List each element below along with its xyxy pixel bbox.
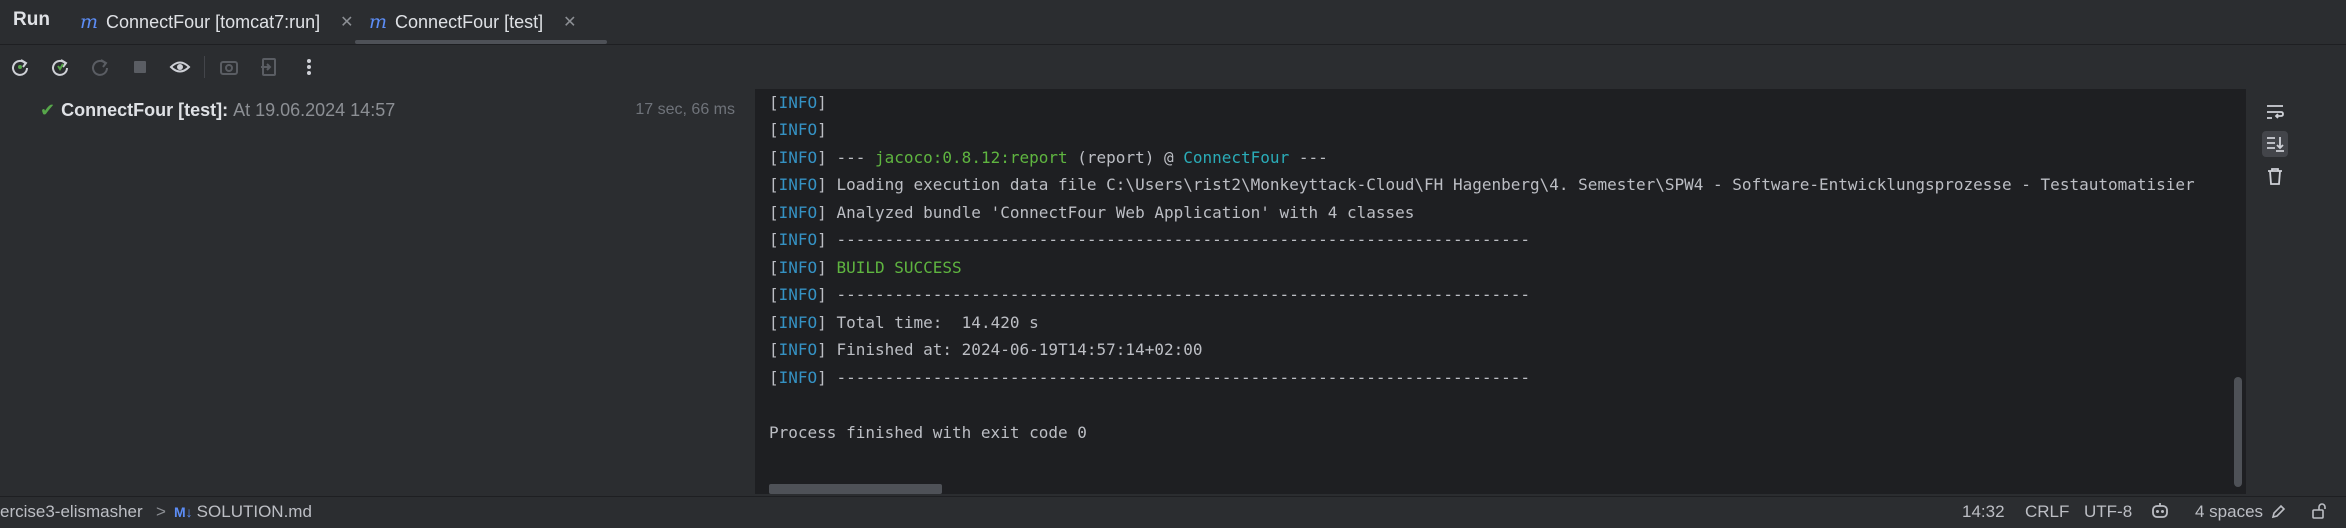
console-line: [INFO]: [769, 93, 827, 112]
export-icon[interactable]: [258, 56, 280, 78]
console-line: [INFO] --- jacoco:0.8.12:report (report)…: [769, 148, 1328, 167]
cursor-position[interactable]: 14:32: [1962, 502, 2005, 522]
info-tag: INFO: [778, 203, 818, 222]
tab-label: ConnectFour [tomcat7:run]: [106, 11, 321, 32]
status-bar: ercise3-elismasher > M↓ SOLUTION.md 14:32…: [0, 496, 2346, 528]
stop-icon[interactable]: [129, 56, 151, 78]
info-tag: INFO: [778, 285, 818, 304]
info-tag: INFO: [778, 120, 818, 139]
tree-node-name: ConnectFour [test]:: [61, 99, 229, 120]
info-tag: INFO: [778, 340, 818, 359]
toolbar-separator: [204, 55, 205, 78]
tree-node-time: At 19.06.2024 14:57: [233, 99, 396, 120]
tab-label: ConnectFour [test]: [395, 11, 544, 32]
markdown-icon: M↓: [174, 504, 193, 520]
camera-icon[interactable]: [218, 56, 240, 78]
check-icon: ✔: [40, 99, 56, 120]
console-line: [INFO] BUILD SUCCESS: [769, 258, 962, 277]
console-output[interactable]: [INFO] [INFO] [INFO] --- jacoco:0.8.12:r…: [756, 89, 2246, 494]
info-tag: INFO: [778, 175, 818, 194]
edit-icon[interactable]: [2270, 502, 2286, 525]
info-tag: INFO: [778, 93, 818, 112]
maven-icon: m: [80, 11, 99, 33]
maven-icon: m: [369, 11, 388, 33]
tab-tomcat-run[interactable]: m ConnectFour [tomcat7:run] ✕: [80, 0, 354, 44]
project-name: ConnectFour: [1183, 148, 1290, 167]
test-tree: ✔ ConnectFour [test]: At 19.06.2024 14:5…: [0, 89, 755, 494]
run-toolbar: [0, 46, 755, 87]
console-line: [INFO] Loading execution data file C:\Us…: [769, 175, 2195, 194]
console-line: [INFO] ---------------------------------…: [769, 285, 1531, 304]
console-line: [INFO] ---------------------------------…: [769, 368, 1531, 387]
eye-icon[interactable]: [169, 56, 191, 78]
breadcrumb-project[interactable]: ercise3-elismasher: [0, 502, 143, 522]
trash-icon[interactable]: [2262, 163, 2288, 189]
info-tag: INFO: [778, 230, 818, 249]
tool-window-title: Run: [13, 9, 50, 30]
chevron-right-icon: >: [156, 502, 166, 521]
plugin-name: jacoco:0.8.12:report: [874, 148, 1068, 167]
console-line: [INFO] Analyzed bundle 'ConnectFour Web …: [769, 203, 1415, 222]
info-tag: INFO: [778, 313, 818, 332]
tree-node-duration: 17 sec, 66 ms: [635, 101, 735, 118]
breadcrumb-file-name: SOLUTION.md: [196, 502, 312, 521]
horizontal-scroll-thumb[interactable]: [769, 484, 942, 494]
lock-icon[interactable]: [2310, 502, 2328, 525]
active-tab-indicator: [355, 40, 607, 44]
console-side-toolbar: [2246, 89, 2346, 494]
close-icon[interactable]: ✕: [563, 12, 576, 32]
console-line: [INFO] Finished at: 2024-06-19T14:57:14+…: [769, 340, 1203, 359]
close-icon[interactable]: ✕: [340, 12, 353, 32]
info-tag: INFO: [778, 368, 818, 387]
scroll-to-end-icon[interactable]: [2262, 131, 2288, 157]
tool-window-header: Run m ConnectFour [tomcat7:run] ✕ m Conn…: [0, 0, 2346, 45]
indent-setting[interactable]: 4 spaces: [2195, 502, 2263, 522]
info-tag: INFO: [778, 148, 818, 167]
console-line: [INFO] Total time: 14.420 s: [769, 313, 1039, 332]
tab-test[interactable]: m ConnectFour [test] ✕: [355, 0, 607, 44]
rerun-failed-icon[interactable]: [49, 56, 71, 78]
rerun-icon[interactable]: [9, 56, 31, 78]
vertical-scroll-thumb[interactable]: [2234, 377, 2242, 487]
ai-assistant-icon[interactable]: [2150, 502, 2170, 525]
tree-node-connectfour-test[interactable]: ✔ ConnectFour [test]: At 19.06.2024 14:5…: [40, 98, 395, 122]
exit-code-line: Process finished with exit code 0: [769, 423, 1087, 442]
soft-wrap-icon[interactable]: [2262, 99, 2288, 125]
horizontal-scrollbar[interactable]: [769, 484, 2234, 494]
rerun-debug-icon[interactable]: [89, 56, 111, 78]
info-tag: INFO: [778, 258, 818, 277]
file-encoding[interactable]: UTF-8: [2084, 502, 2132, 522]
console-line: [INFO] ---------------------------------…: [769, 230, 1531, 249]
more-icon[interactable]: [298, 56, 320, 78]
build-success: BUILD SUCCESS: [836, 258, 962, 277]
line-separator[interactable]: CRLF: [2025, 502, 2069, 522]
breadcrumb-file[interactable]: M↓ SOLUTION.md: [174, 502, 312, 522]
console-line: [INFO]: [769, 120, 827, 139]
